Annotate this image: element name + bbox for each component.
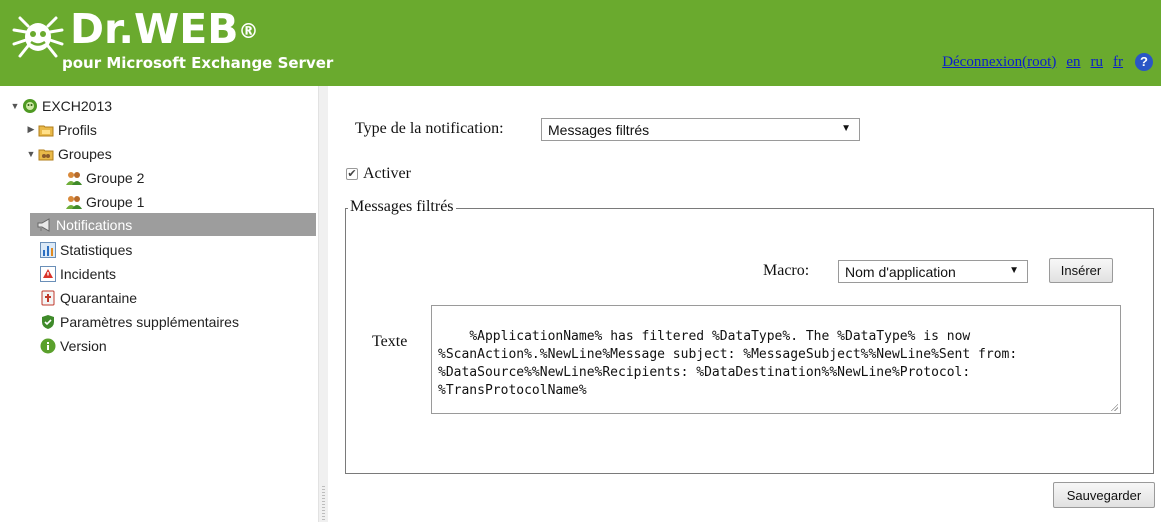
notification-settings-panel: Type de la notification: Messages filtré… [330,86,1161,522]
splitter-grip[interactable] [322,486,325,522]
activate-checkbox[interactable]: ✔ [346,168,358,180]
help-icon[interactable]: ? [1135,53,1153,71]
textarea-content: %ApplicationName% has filtered %DataType… [438,329,1026,398]
tree-root-exch2013[interactable]: ▼ EXCH2013 [8,94,113,117]
tree-label: Quarantaine [60,289,138,306]
insert-button[interactable]: Insérer [1049,258,1113,283]
tree-label: Paramètres supplémentaires [60,313,239,330]
tree-label: Groupe 1 [86,193,145,210]
header-links: Déconnexion(root) en ru fr ? [942,53,1153,71]
selected-value: Nom d'application [845,263,956,280]
tree-label: Version [60,337,107,354]
dropdown-arrow-icon: ▼ [1009,265,1019,276]
megaphone-icon [36,217,52,233]
resize-handle-icon[interactable] [1110,403,1118,411]
incident-icon [40,265,56,282]
drweb-logo [10,12,66,62]
tree-label: Statistiques [60,241,133,258]
tree-item-profils[interactable]: ▶ Profils [24,118,97,141]
notification-type-select[interactable]: Messages filtrés ▼ [541,118,860,141]
macro-select[interactable]: Nom d'application ▼ [838,260,1028,283]
app-header: Dr.WEB® pour Microsoft Exchange Server D… [0,0,1161,86]
quarantine-icon [40,290,56,306]
tree-label: Notifications [56,216,133,233]
navigation-tree: ▼ EXCH2013 ▶ Profils ▼ Groupes Groupe 2 … [0,86,318,522]
tree-item-version[interactable]: Version [40,334,107,357]
macro-label: Macro: [763,262,810,279]
lang-fr-link[interactable]: fr [1113,54,1123,71]
collapse-triangle-icon[interactable]: ▼ [8,101,22,111]
collapse-triangle-icon[interactable]: ▼ [24,149,38,159]
pane-splitter[interactable] [318,86,328,522]
tree-label: Profils [58,121,97,138]
tree-label: Groupe 2 [86,169,145,186]
tree-item-quarantaine[interactable]: Quarantaine [40,286,137,309]
users-icon [66,194,82,210]
text-label: Texte [372,333,408,350]
tree-item-parametres[interactable]: Paramètres supplémentaires [40,310,239,333]
spider-icon [22,98,38,114]
tree-label: Incidents [60,265,117,282]
activate-label: Activer [363,165,411,182]
brand-subtitle: pour Microsoft Exchange Server [62,54,334,72]
tree-label: EXCH2013 [42,97,113,114]
shield-icon [40,314,56,330]
tree-item-groupe-1[interactable]: Groupe 1 [66,190,144,213]
type-label: Type de la notification: [355,120,504,137]
fieldset-legend: Messages filtrés [348,198,456,216]
info-icon [40,338,56,354]
selected-value: Messages filtrés [548,121,650,138]
brand-name: Dr.WEB® [70,5,259,53]
logout-link[interactable]: Déconnexion(root) [942,54,1056,71]
users-icon [66,170,82,186]
tree-item-groupe-2[interactable]: Groupe 2 [66,166,144,189]
lang-ru-link[interactable]: ru [1091,54,1104,71]
message-textarea[interactable]: %ApplicationName% has filtered %DataType… [431,305,1121,414]
spider-logo-icon [12,16,64,58]
expand-triangle-icon[interactable]: ▶ [24,124,38,135]
folder-icon [38,122,54,138]
chart-icon [40,241,56,258]
tree-item-incidents[interactable]: Incidents [40,262,116,285]
dropdown-arrow-icon: ▼ [841,123,851,134]
tree-item-notifications[interactable]: Notifications [36,213,132,236]
group-folder-icon [38,146,54,162]
tree-label: Groupes [58,145,112,162]
save-button[interactable]: Sauvegarder [1053,482,1155,508]
tree-item-groupes[interactable]: ▼ Groupes [24,142,112,165]
lang-en-link[interactable]: en [1066,54,1080,71]
tree-item-statistiques[interactable]: Statistiques [40,238,132,261]
